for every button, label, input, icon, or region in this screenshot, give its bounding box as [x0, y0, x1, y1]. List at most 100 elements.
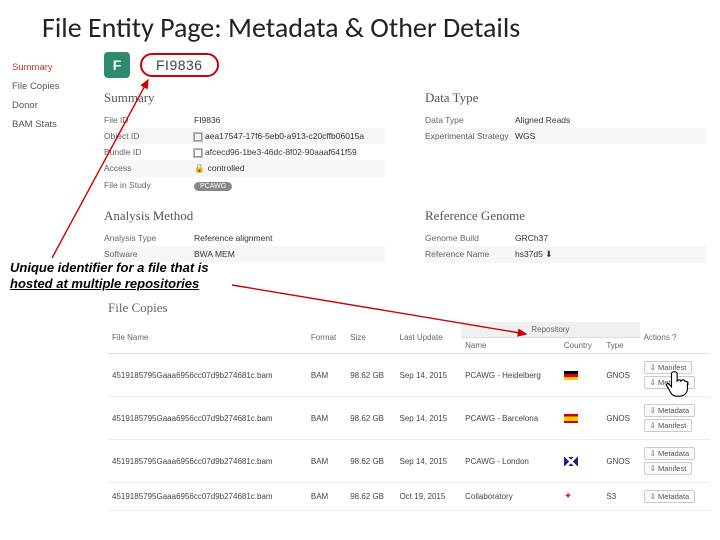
cell-repo-country: ✦ [560, 483, 602, 511]
cell-repo-country [560, 440, 602, 483]
summary-key: Bundle ID [104, 147, 194, 157]
cell-size: 98.62 GB [346, 354, 395, 397]
datatype-key: Data Type [425, 115, 515, 125]
action-metadata[interactable]: ⇩ Metadata [644, 404, 696, 417]
sidebar-item-file-copies[interactable]: File Copies [12, 77, 94, 96]
action-metadata[interactable]: ⇩ Metadata [644, 447, 696, 460]
flag-icon: ✦ [564, 491, 572, 502]
cell-repo-country [560, 354, 602, 397]
study-badge: PCAWG [194, 182, 232, 191]
cell-format: BAM [307, 440, 346, 483]
cell-size: 98.62 GB [346, 397, 395, 440]
cell-actions: ⇩ Manifest ⇩ Metadata [640, 354, 710, 397]
col-format[interactable]: Format [307, 322, 346, 354]
analysis-heading: Analysis Method [104, 208, 385, 224]
analysis-key: Analysis Type [104, 233, 194, 243]
flag-icon [564, 371, 578, 380]
cell-repo-type: S3 [602, 483, 639, 511]
col-last-update[interactable]: Last Update [396, 322, 462, 354]
sidebar-item-summary[interactable]: Summary [12, 58, 94, 77]
cell-format: BAM [307, 483, 346, 511]
reference-key: Reference Name [425, 249, 515, 260]
col-filename[interactable]: File Name [108, 322, 307, 354]
cell-format: BAM [307, 354, 346, 397]
col-repo-country[interactable]: Country [560, 338, 602, 354]
datatype-val: WGS [515, 131, 706, 141]
file-id-badge: FI9836 [140, 53, 219, 77]
analysis-val: BWA MEM [194, 249, 385, 259]
cell-repo-name[interactable]: Collaboratory [461, 483, 560, 511]
cell-actions: ⇩ Metadata ⇩ Manifest [640, 397, 710, 440]
slide-title: File Entity Page: Metadata & Other Detai… [0, 0, 720, 51]
sidebar-item-donor[interactable]: Donor [12, 96, 94, 115]
cell-last-update: Sep 14, 2015 [396, 397, 462, 440]
file-copies-section: File Copies File Name Format Size Last U… [108, 300, 710, 511]
table-row: 4519185795Gaaa6956cc07d9b274681c.bamBAM9… [108, 440, 710, 483]
col-repo-type[interactable]: Type [602, 338, 639, 354]
summary-val: PCAWG [194, 180, 385, 191]
summary-val: afcecd96-1be3-46dc-8f02-90aaaf641f59 [194, 147, 385, 157]
cell-filename: 4519185795Gaaa6956cc07d9b274681c.bam [108, 354, 307, 397]
summary-key: Object ID [104, 131, 194, 141]
cell-filename: 4519185795Gaaa6956cc07d9b274681c.bam [108, 440, 307, 483]
action-manifest[interactable]: ⇩ Manifest [644, 462, 693, 475]
analysis-column: Analysis Method Analysis TypeReference a… [104, 204, 385, 263]
reference-val[interactable]: hs37d5 ⬇ [515, 249, 706, 260]
sidebar-item-bam-stats[interactable]: BAM Stats [12, 115, 94, 134]
col-size[interactable]: Size [346, 322, 395, 354]
cell-repo-name[interactable]: PCAWG - London [461, 440, 560, 483]
cell-repo-type: GNOS [602, 440, 639, 483]
summary-heading: Summary [104, 90, 385, 106]
summary-key: File ID [104, 115, 194, 125]
datatype-heading: Data Type [425, 90, 706, 106]
cell-repo-country [560, 397, 602, 440]
sidebar: Summary File Copies Donor BAM Stats [8, 52, 98, 273]
datatype-column: Data Type Data TypeAligned Reads Experim… [425, 86, 706, 194]
analysis-key: Software [104, 249, 194, 259]
reference-heading: Reference Genome [425, 208, 706, 224]
reference-val: GRCh37 [515, 233, 706, 243]
lock-icon: 🔒 [194, 163, 205, 173]
table-row: 4519185795Gaaa6956cc07d9b274681c.bamBAM9… [108, 483, 710, 511]
table-row: 4519185795Gaaa6956cc07d9b274681c.bamBAM9… [108, 354, 710, 397]
download-icon[interactable]: ⬇ [545, 249, 552, 259]
datatype-key: Experimental Strategy [425, 131, 515, 141]
cell-repo-name[interactable]: PCAWG - Heidelberg [461, 354, 560, 397]
cell-actions: ⇩ Metadata [640, 483, 710, 511]
cell-filename: 4519185795Gaaa6956cc07d9b274681c.bam [108, 483, 307, 511]
cell-repo-type: GNOS [602, 354, 639, 397]
cell-repo-name[interactable]: PCAWG - Barcelona [461, 397, 560, 440]
copy-icon[interactable] [194, 133, 202, 141]
datatype-val: Aligned Reads [515, 115, 706, 125]
cell-actions: ⇩ Metadata ⇩ Manifest [640, 440, 710, 483]
file-header: F FI9836 [104, 52, 706, 78]
reference-key: Genome Build [425, 233, 515, 243]
copy-icon[interactable] [194, 149, 202, 157]
col-repo-group: Repository [461, 322, 639, 338]
action-metadata[interactable]: ⇩ Metadata [644, 490, 696, 503]
summary-column: Summary File IDFI9836 Object IDaea17547-… [104, 86, 385, 194]
action-manifest[interactable]: ⇩ Manifest [644, 361, 693, 374]
cell-last-update: Sep 14, 2015 [396, 440, 462, 483]
cell-repo-type: GNOS [602, 397, 639, 440]
cell-size: 98.62 GB [346, 483, 395, 511]
main-content: F FI9836 Summary File IDFI9836 Object ID… [98, 52, 712, 273]
summary-val: 🔒controlled [194, 163, 385, 174]
cell-format: BAM [307, 397, 346, 440]
file-entity-page: Summary File Copies Donor BAM Stats F FI… [8, 52, 712, 273]
flag-icon [564, 414, 578, 423]
flag-icon [564, 457, 578, 466]
col-repo-name[interactable]: Name [461, 338, 560, 354]
analysis-val: Reference alignment [194, 233, 385, 243]
action-manifest[interactable]: ⇩ Manifest [644, 419, 693, 432]
summary-key: File in Study [104, 180, 194, 191]
annotation-unique-id: Unique identifier for a file that is hos… [10, 260, 270, 291]
summary-val: aea17547-17f6-5eb0-a913-c20cffb06015a [194, 131, 385, 141]
file-copies-heading: File Copies [108, 300, 710, 316]
summary-val: FI9836 [194, 115, 385, 125]
action-metadata[interactable]: ⇩ Metadata [644, 376, 696, 389]
help-icon[interactable]: ? [672, 333, 676, 342]
file-copies-table: File Name Format Size Last Update Reposi… [108, 322, 710, 511]
cell-last-update: Sep 14, 2015 [396, 354, 462, 397]
file-type-icon: F [104, 52, 130, 78]
